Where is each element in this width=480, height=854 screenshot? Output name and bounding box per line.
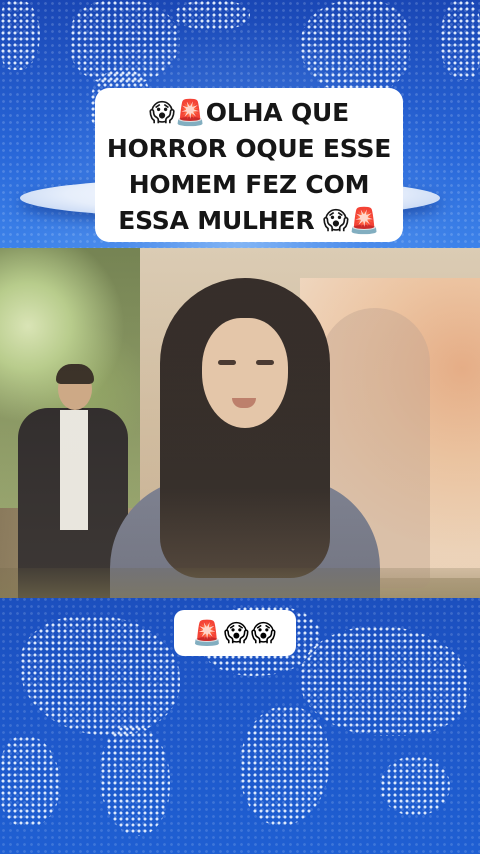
headline-caption: 😱🚨OLHA QUE HORROR OQUE ESSE HOMEM FEZ CO… bbox=[106, 98, 392, 235]
world-map-landmass bbox=[100, 726, 170, 836]
world-map-landmass bbox=[0, 736, 60, 826]
screen: 😱🚨OLHA QUE HORROR OQUE ESSE HOMEM FEZ CO… bbox=[0, 0, 480, 854]
video-frame[interactable] bbox=[0, 248, 480, 598]
world-map-landmass bbox=[440, 0, 480, 80]
video-tint bbox=[0, 248, 480, 598]
world-map-landmass bbox=[240, 706, 330, 826]
world-map-landmass bbox=[20, 616, 180, 736]
world-map-landmass bbox=[300, 0, 410, 95]
headline-caption-box: 😱🚨OLHA QUE HORROR OQUE ESSE HOMEM FEZ CO… bbox=[95, 88, 403, 242]
emoji-caption: 🚨😱😱 bbox=[192, 619, 278, 647]
world-map-landmass bbox=[175, 0, 250, 30]
world-map-landmass bbox=[0, 0, 40, 70]
emoji-caption-box: 🚨😱😱 bbox=[174, 610, 296, 656]
world-map-landmass bbox=[380, 756, 450, 816]
